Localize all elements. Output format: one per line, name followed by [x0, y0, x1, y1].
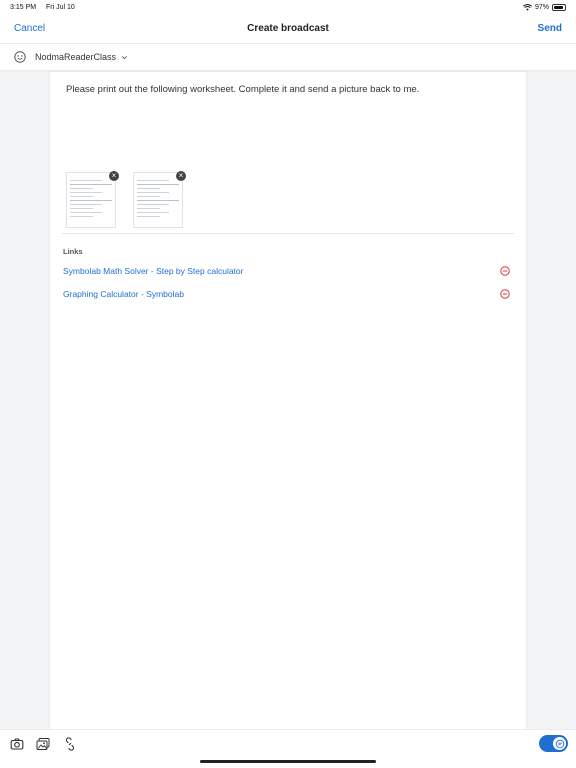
send-button[interactable]: Send [538, 23, 562, 34]
thumbnail-line [70, 195, 94, 197]
attachment-thumbnail[interactable] [133, 172, 183, 228]
link-item: Graphing Calculator - Symbolab [63, 287, 510, 301]
thumbnail-line [137, 183, 179, 185]
nav-bar: Cancel Create broadcast Send [0, 14, 576, 44]
thumbnail-line [70, 207, 94, 209]
thumbnail-line [70, 199, 112, 201]
camera-icon[interactable] [10, 737, 24, 751]
status-bar: 3:15 PM Fri Jul 10 97% [0, 0, 576, 14]
link-icon[interactable] [63, 737, 77, 751]
status-time: 3:15 PM [10, 3, 37, 11]
attachment-thumbnail[interactable] [66, 172, 116, 228]
thumbnail-line [70, 211, 102, 213]
thumbnail-line [137, 195, 161, 197]
thumbnail-line [137, 191, 169, 193]
smiley-icon [14, 51, 26, 63]
remove-attachment-close-icon[interactable]: × [109, 171, 119, 181]
status-indicators: 97% [523, 3, 566, 11]
remove-link-icon[interactable] [500, 266, 510, 276]
status-date: Fri Jul 10 [46, 3, 75, 11]
thumbnail-line [137, 187, 161, 189]
wifi-icon [523, 3, 532, 11]
thumbnail-line [137, 179, 169, 181]
class-name: NodmaReaderClass [35, 52, 117, 62]
thumbnail-line [137, 211, 169, 213]
thumbnail-line [70, 215, 94, 217]
battery-percent: 97% [534, 3, 549, 11]
toggle-knob [553, 737, 566, 750]
home-indicator [200, 760, 376, 763]
remove-attachment-close-icon[interactable]: × [176, 171, 186, 181]
chat-bubble-icon [555, 739, 564, 748]
links-heading: Links [63, 247, 83, 256]
divider [62, 233, 514, 234]
class-selector[interactable]: NodmaReaderClass [0, 44, 576, 70]
thumbnail-line [70, 179, 102, 181]
thumbnail-line [137, 203, 169, 205]
cancel-button[interactable]: Cancel [14, 23, 45, 34]
thumbnail-line [137, 207, 161, 209]
chevron-down-icon [122, 55, 128, 59]
page-title: Create broadcast [247, 23, 329, 34]
thumbnail-line [70, 203, 102, 205]
thumbnail-line [70, 187, 94, 189]
status-time-date: 3:15 PM Fri Jul 10 [10, 4, 83, 11]
link-item: Symbolab Math Solver - Step by Step calc… [63, 264, 510, 278]
thumbnail-line [137, 199, 179, 201]
message-body[interactable]: Please print out the following worksheet… [66, 84, 419, 95]
remove-link-icon[interactable] [500, 289, 510, 299]
battery-icon [552, 3, 566, 11]
photo-gallery-icon[interactable] [36, 737, 50, 751]
broadcast-toggle[interactable] [539, 735, 568, 752]
link-symbolab-solver[interactable]: Symbolab Math Solver - Step by Step calc… [63, 266, 243, 276]
thumbnail-line [70, 183, 112, 185]
thumbnail-line [137, 215, 161, 217]
thumbnail-line [70, 191, 102, 193]
link-graphing-calculator[interactable]: Graphing Calculator - Symbolab [63, 289, 184, 299]
broadcast-sheet: Please print out the following worksheet… [50, 72, 526, 729]
